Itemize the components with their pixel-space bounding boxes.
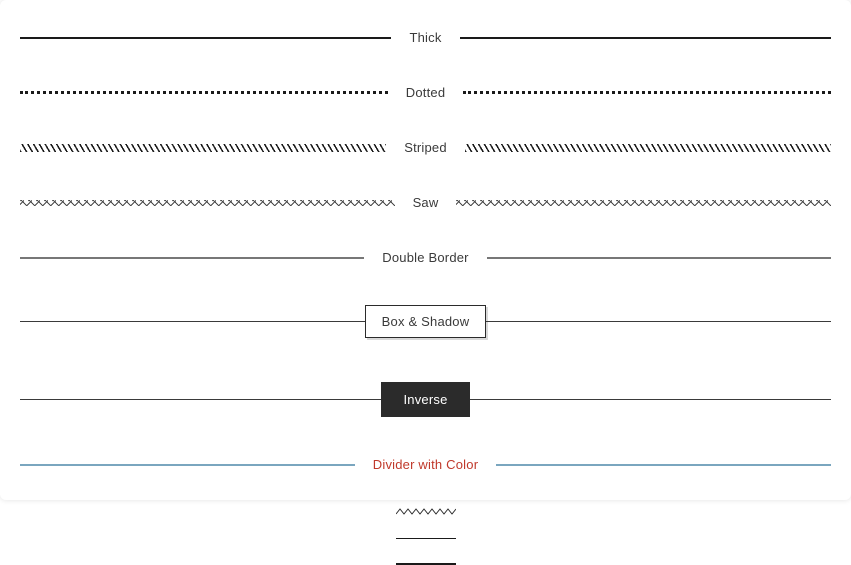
divider-line-right (465, 144, 831, 152)
divider-line-left (20, 144, 386, 152)
divider-label-inverse: Inverse (381, 382, 469, 417)
divider-striped: Striped (20, 140, 831, 155)
divider-line-right (487, 257, 831, 259)
short-divider-thin (396, 538, 456, 539)
divider-label-color: Divider with Color (355, 457, 496, 472)
divider-thick: Thick (20, 30, 831, 45)
divider-line-right (460, 37, 831, 39)
divider-line-left (20, 464, 355, 466)
divider-label-saw: Saw (395, 195, 457, 210)
divider-with-color: Divider with Color (20, 457, 831, 472)
divider-label-box-shadow: Box & Shadow (365, 305, 487, 338)
divider-line-left (20, 37, 391, 39)
divider-line-right (456, 200, 831, 206)
short-divider-stack (20, 508, 831, 565)
divider-label-double: Double Border (364, 250, 486, 265)
divider-label-dotted: Dotted (388, 85, 464, 100)
divider-line-left (20, 257, 364, 259)
divider-dotted: Dotted (20, 85, 831, 100)
divider-label-thick: Thick (391, 30, 459, 45)
divider-double-border: Double Border (20, 250, 831, 265)
divider-line-right (486, 321, 831, 322)
divider-line-left (20, 91, 388, 94)
divider-line-left (20, 399, 381, 400)
divider-line-right (470, 399, 831, 400)
zigzag-icon (396, 508, 456, 516)
divider-inverse: Inverse (20, 382, 831, 417)
divider-saw: Saw (20, 195, 831, 210)
short-divider-zigzag (396, 508, 456, 514)
divider-line-right (463, 91, 831, 94)
divider-label-striped: Striped (386, 140, 465, 155)
divider-line-left (20, 200, 395, 206)
divider-line-left (20, 321, 365, 322)
divider-box-shadow: Box & Shadow (20, 305, 831, 338)
divider-line-right (496, 464, 831, 466)
